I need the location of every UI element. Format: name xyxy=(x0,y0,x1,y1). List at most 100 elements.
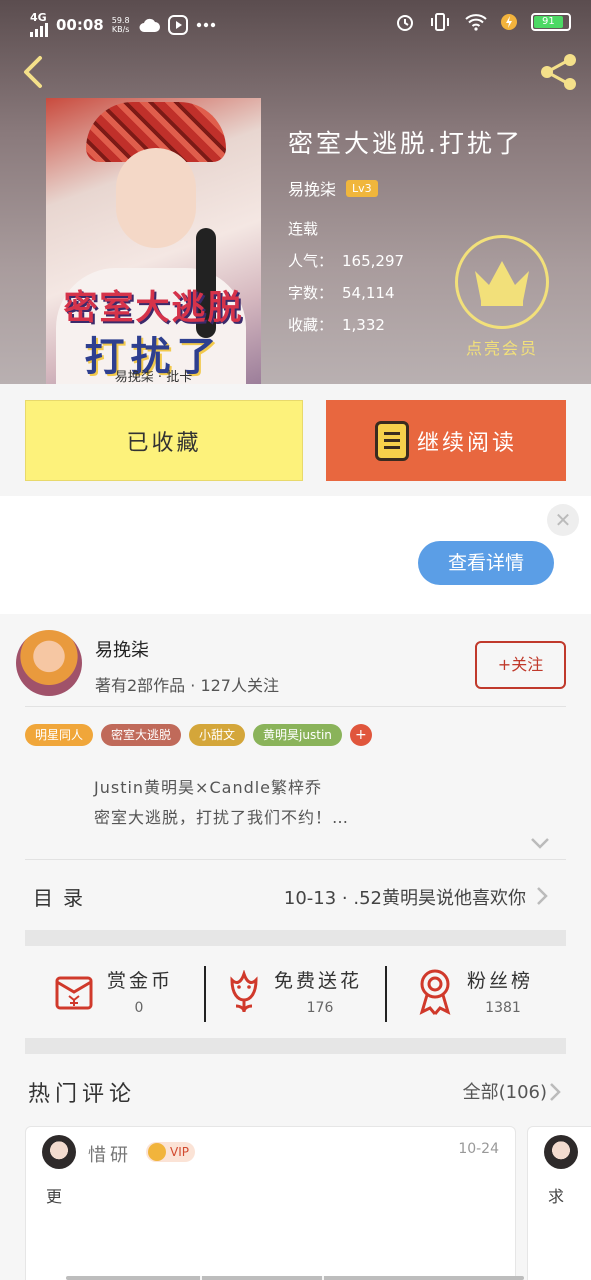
clock: 00:08 xyxy=(56,15,104,34)
comment-text: 求 xyxy=(548,1187,565,1206)
stat-name: 免费送花 xyxy=(274,970,363,992)
chevron-left-icon xyxy=(24,56,42,88)
share-icon xyxy=(541,54,576,90)
reward-coins-stat[interactable]: 赏金币 0 xyxy=(25,962,205,1042)
favorites-label: 收藏： xyxy=(288,316,334,334)
crown-icon xyxy=(475,261,529,306)
expand-description-icon[interactable] xyxy=(530,836,550,850)
favorited-button[interactable]: 已收藏 xyxy=(25,400,303,481)
book-icon xyxy=(374,420,409,461)
tag-chip[interactable]: 黄明昊justin xyxy=(253,724,342,746)
more-dots-icon xyxy=(196,22,215,27)
tag-chip[interactable]: 小甜文 xyxy=(189,724,246,746)
author-level-badge: Lv3 xyxy=(346,179,378,197)
share-button[interactable] xyxy=(537,52,581,92)
cloud-icon xyxy=(139,18,160,32)
description-line-2: 密室大逃脱，打扰了我们不约！… xyxy=(94,808,350,827)
favorites-value: 1,332 xyxy=(342,316,385,334)
hot-comments-heading: 热门评论 xyxy=(28,1082,137,1107)
stat-value: 1381 xyxy=(485,1000,521,1016)
battery-icon: 91 xyxy=(531,13,571,31)
book-cover[interactable]: 密室大逃脱 打扰了 易挽柒 · 批卡 xyxy=(46,98,261,384)
vibrate-icon xyxy=(431,13,449,31)
author-avatar[interactable] xyxy=(16,630,82,696)
popularity-row: 人气： 165,297 xyxy=(288,250,404,271)
toc-latest-chapter: 10-13 · .52黄明昊说他喜欢你 xyxy=(283,888,526,909)
vip-badge-label: VIP xyxy=(170,1145,189,1159)
author-meta: 著有2部作品 · 127人关注 xyxy=(95,676,279,695)
all-comments-link[interactable]: 全部(106) xyxy=(463,1078,547,1104)
view-details-button[interactable]: 查看详情 xyxy=(418,541,554,585)
table-of-contents-row[interactable]: 目录 10-13 · .52黄明昊说他喜欢你 xyxy=(25,860,566,930)
tag-chip[interactable]: 明星同人 xyxy=(25,724,94,746)
book-author-line: 易挽柒 Lv3 xyxy=(288,176,378,200)
stat-value: 0 xyxy=(134,1000,144,1016)
vip-label: 点亮会员 xyxy=(465,339,538,358)
cover-face-art xyxy=(116,148,196,248)
word-count-label: 字数： xyxy=(288,284,334,302)
chevron-right-icon[interactable] xyxy=(549,1082,561,1102)
comments-carousel-indicator xyxy=(66,1276,524,1280)
commenter-avatar[interactable] xyxy=(544,1135,578,1169)
status-right: 91 xyxy=(395,12,571,32)
word-count-row: 字数： 54,114 xyxy=(288,282,395,303)
status-bar: 4G 00:08 59.8 KB/s 91 xyxy=(0,0,591,46)
book-status: 连载 xyxy=(288,220,319,238)
description-line-1: Justin黄明昊×Candle繁梓乔 xyxy=(94,778,323,797)
divider xyxy=(25,706,566,707)
stat-value: 176 xyxy=(306,1000,334,1016)
comment-date: 10-24 xyxy=(458,1141,499,1157)
author-name[interactable]: 易挽柒 xyxy=(95,636,149,662)
red-envelope-icon xyxy=(55,976,93,1010)
video-icon xyxy=(167,14,188,35)
signal-bars-icon xyxy=(30,23,48,37)
book-header: 4G 00:08 59.8 KB/s 91 密室大逃脱 打扰了 易挽柒 · 批卡… xyxy=(0,0,591,384)
alarm-icon xyxy=(397,15,413,31)
back-button[interactable] xyxy=(16,54,50,90)
fan-ranking-stat[interactable]: 粉丝榜 1381 xyxy=(387,962,566,1042)
commenter-name[interactable]: 惜研 xyxy=(88,1141,132,1167)
more-tags-button[interactable]: + xyxy=(349,724,372,746)
follow-button[interactable]: +关注 xyxy=(475,641,566,689)
flower-icon xyxy=(230,970,258,1013)
network-speed: 59.8 KB/s xyxy=(112,16,130,34)
comment-text: 更 xyxy=(46,1187,63,1206)
stat-name: 粉丝榜 xyxy=(467,970,534,992)
cover-title-line1: 密室大逃脱 xyxy=(63,288,244,328)
vip-button[interactable]: 点亮会员 xyxy=(455,235,549,359)
book-title: 密室大逃脱.打扰了 xyxy=(288,129,523,158)
comment-card[interactable]: 惜研 VIP 10-24 更 xyxy=(25,1126,516,1280)
battery-level: 91 xyxy=(534,16,563,28)
popularity-value: 165,297 xyxy=(342,252,405,270)
tag-chip[interactable]: 密室大逃脱 xyxy=(101,724,182,746)
continue-reading-label: 继续阅读 xyxy=(416,430,517,456)
book-author[interactable]: 易挽柒 xyxy=(288,176,336,200)
stat-name: 赏金币 xyxy=(107,970,174,992)
ad-banner: ✕ 查看详情 xyxy=(0,496,591,614)
status-left: 4G 00:08 59.8 KB/s xyxy=(30,12,216,37)
chevron-right-icon xyxy=(537,887,548,905)
vip-badge: VIP xyxy=(146,1142,195,1162)
action-bar: 已收藏 继续阅读 xyxy=(0,384,591,496)
speed-value: 59.8 xyxy=(111,15,130,25)
book-detail-screen: { "status_bar": { "network": "4G", "time… xyxy=(0,0,591,1280)
medal-icon xyxy=(419,969,451,1015)
continue-reading-button[interactable]: 继续阅读 xyxy=(326,400,566,481)
free-flower-stat[interactable]: 免费送花 176 xyxy=(206,962,386,1042)
word-count-value: 54,114 xyxy=(342,284,395,302)
stats-row: 赏金币 0 免费送花 176 粉丝榜 1381 xyxy=(25,952,566,1052)
commenter-avatar[interactable] xyxy=(42,1135,76,1169)
vip-circle xyxy=(455,235,549,329)
section-spacer xyxy=(25,930,566,946)
comment-card[interactable]: 求 xyxy=(527,1126,591,1280)
signal-indicator: 4G xyxy=(30,12,48,37)
network-type: 4G xyxy=(30,11,47,24)
wifi-icon xyxy=(465,14,487,31)
charging-icon xyxy=(501,14,517,30)
tag-list: 明星同人 密室大逃脱 小甜文 黄明昊justin + xyxy=(25,724,372,746)
speed-unit: KB/s xyxy=(111,24,130,34)
vip-crown-icon xyxy=(148,1143,166,1161)
popularity-label: 人气： xyxy=(288,252,334,270)
ad-close-button[interactable]: ✕ xyxy=(547,504,579,536)
toc-label: 目录 xyxy=(33,886,93,910)
